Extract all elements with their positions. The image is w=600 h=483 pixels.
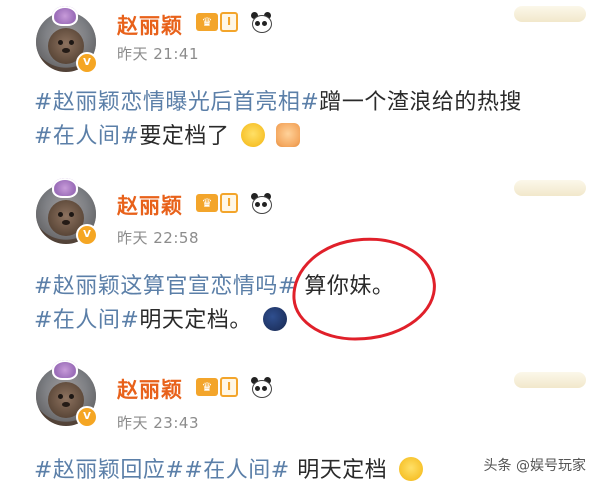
crown-icon: ♛	[196, 194, 218, 212]
hashtag-link[interactable]: #赵丽颖这算官宣恋情吗#	[34, 274, 297, 299]
author-name[interactable]: 赵丽颖	[117, 10, 183, 40]
hashtag-link[interactable]: #在人间#	[34, 308, 139, 333]
post-text-line: #赵丽颖回应##在人间# 明天定档	[34, 452, 423, 483]
panda-icon	[250, 193, 272, 214]
weibo-feed-screenshot: V 赵丽颖 ♛ I 昨天 21:41 #赵丽颖恋情曝光后首亮相#蹭一个渣浪给的热…	[0, 0, 600, 483]
post-text-line: #在人间#明天定档。	[34, 302, 288, 334]
post-2: V 赵丽颖 ♛ I 昨天 22:58 #赵丽颖这算官宣恋情吗# 算你妹。 #在人…	[0, 170, 600, 350]
hair-bow-icon	[52, 178, 78, 198]
post-1: V 赵丽颖 ♛ I 昨天 21:41 #赵丽颖恋情曝光后首亮相#蹭一个渣浪给的热…	[0, 0, 600, 162]
user-level-badge: ♛ I	[196, 377, 239, 397]
author-name[interactable]: 赵丽颖	[117, 190, 183, 220]
crown-icon: ♛	[196, 378, 218, 396]
user-level-badge: ♛ I	[196, 12, 239, 32]
author-avatar[interactable]: V	[36, 6, 98, 74]
level-label: I	[220, 12, 239, 32]
hair-bow-icon	[52, 360, 78, 380]
post-text-line: #赵丽颖这算官宣恋情吗# 算你妹。	[34, 268, 394, 300]
verified-badge-icon: V	[76, 224, 98, 246]
panda-icon	[250, 12, 272, 33]
author-name[interactable]: 赵丽颖	[117, 374, 183, 404]
post-time: 昨天 21:41	[117, 45, 199, 63]
post-time: 昨天 23:43	[117, 414, 199, 432]
post-text: 蹭一个渣浪给的热搜	[319, 90, 522, 115]
post-text-line: #在人间#要定档了	[34, 118, 301, 150]
hashtag-link[interactable]: #赵丽颖恋情曝光后首亮相#	[34, 90, 319, 115]
post-text: 要定档了	[139, 124, 230, 149]
level-label: I	[220, 193, 239, 213]
verified-badge-icon: V	[76, 52, 98, 74]
hashtag-link[interactable]: #赵丽颖回应##在人间#	[34, 458, 290, 483]
level-label: I	[220, 377, 239, 397]
panda-icon	[250, 377, 272, 398]
post-text: 算你妹。	[296, 274, 395, 299]
verified-badge-icon: V	[76, 406, 98, 428]
post-text-line: #赵丽颖恋情曝光后首亮相#蹭一个渣浪给的热搜	[34, 84, 522, 116]
shocked-emoji-icon	[276, 123, 301, 147]
post-text: 明天定档	[289, 458, 388, 483]
yawning-emoji-icon	[398, 457, 423, 481]
crown-icon: ♛	[196, 13, 218, 31]
hair-bow-icon	[52, 6, 78, 26]
laughing-emoji-icon	[240, 123, 265, 147]
watermark: 头条 @娱号玩家	[483, 458, 586, 474]
moon-emoji-icon	[263, 307, 288, 331]
hashtag-link[interactable]: #在人间#	[34, 124, 139, 149]
card-decoration	[514, 180, 586, 196]
author-avatar[interactable]: V	[36, 178, 98, 246]
author-avatar[interactable]: V	[36, 360, 98, 428]
card-decoration	[514, 6, 586, 22]
post-text: 明天定档。	[139, 308, 252, 333]
user-level-badge: ♛ I	[196, 193, 239, 213]
post-time: 昨天 22:58	[117, 229, 199, 247]
card-decoration	[514, 372, 586, 388]
